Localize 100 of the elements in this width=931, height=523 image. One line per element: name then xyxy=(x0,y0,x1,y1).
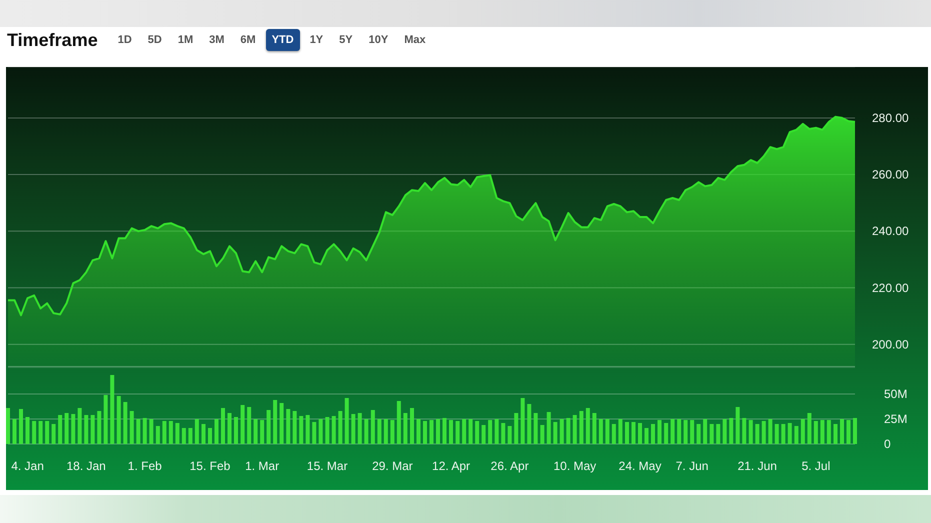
volume-bar xyxy=(136,419,140,444)
volume-bar xyxy=(546,412,551,444)
volume-bar xyxy=(677,419,682,444)
volume-bar xyxy=(260,420,264,444)
y-axis-label: 50M xyxy=(884,387,908,401)
volume-bar xyxy=(840,419,844,444)
x-axis-label: 18. Jan xyxy=(66,459,106,473)
volume-bar xyxy=(6,408,10,444)
volume-bar xyxy=(332,416,336,444)
y-axis-label: 260.00 xyxy=(872,168,909,182)
y-axis-label: 0 xyxy=(884,437,891,451)
volume-bar xyxy=(722,419,727,444)
volume-bar xyxy=(97,411,102,444)
volume-bar xyxy=(32,421,36,444)
timeframe-tab[interactable]: Max xyxy=(398,29,432,51)
timeframe-tab[interactable]: 3M xyxy=(203,29,230,51)
volume-bar xyxy=(696,424,701,444)
volume-bar xyxy=(742,418,746,444)
volume-bar xyxy=(475,421,480,444)
timeframe-tab[interactable]: 5Y xyxy=(333,29,359,51)
volume-bar xyxy=(19,409,23,444)
timeframe-tab[interactable]: 1Y xyxy=(304,29,330,51)
volume-bar xyxy=(202,424,206,444)
volume-bar xyxy=(234,417,238,444)
volume-bar xyxy=(579,411,584,444)
volume-bar xyxy=(710,424,714,444)
x-axis-label: 15. Mar xyxy=(306,459,348,473)
y-axis-label: 200.00 xyxy=(872,337,909,352)
volume-bar xyxy=(774,424,779,444)
volume-bar xyxy=(84,415,88,444)
volume-bar xyxy=(553,422,558,444)
x-axis-label: 1. Feb xyxy=(128,459,162,473)
volume-bar xyxy=(273,400,278,444)
volume-bar xyxy=(768,419,772,444)
x-axis-label: 24. May xyxy=(618,459,662,473)
x-axis-label: 12. Apr xyxy=(432,459,470,473)
volume-bar xyxy=(670,419,675,444)
volume-bar xyxy=(149,419,154,444)
volume-bar xyxy=(338,411,342,444)
volume-bar xyxy=(632,422,636,444)
volume-bar xyxy=(168,421,173,444)
timeframe-tab[interactable]: 10Y xyxy=(362,29,394,51)
x-axis-label: 1. Mar xyxy=(245,459,280,473)
volume-bar xyxy=(182,428,186,444)
volume-bar xyxy=(566,418,570,444)
timeframe-tab[interactable]: YTD xyxy=(266,29,300,51)
volume-bar xyxy=(123,402,128,444)
volume-bar xyxy=(266,410,271,444)
volume-bar xyxy=(221,408,225,444)
volume-bar xyxy=(814,421,818,444)
volume-bar xyxy=(598,419,603,444)
volume-bar xyxy=(52,424,56,444)
x-axis-label: 10. May xyxy=(554,459,596,473)
volume-bar xyxy=(834,424,838,444)
volume-bar xyxy=(325,417,330,444)
volume-bar xyxy=(468,419,473,444)
volume-bar xyxy=(807,413,812,444)
volume-bar xyxy=(358,413,362,444)
y-axis-label: 25M xyxy=(884,412,908,426)
volume-bar xyxy=(351,414,356,444)
volume-bar xyxy=(240,405,245,444)
volume-bar xyxy=(403,413,408,444)
volume-bar xyxy=(110,375,114,444)
volume-bar xyxy=(494,419,499,444)
x-axis-label: 29. Mar xyxy=(372,459,413,473)
volume-bar xyxy=(540,425,544,444)
volume-bar xyxy=(482,425,486,444)
timeframe-tab[interactable]: 1M xyxy=(172,29,200,51)
volume-bar xyxy=(130,411,134,444)
volume-bar xyxy=(228,413,232,444)
volume-bar xyxy=(12,419,16,444)
volume-bar xyxy=(286,409,290,444)
volume-bar xyxy=(364,419,368,444)
volume-bar xyxy=(658,420,662,444)
volume-bar xyxy=(560,419,564,444)
volume-bar xyxy=(514,413,518,444)
volume-bar xyxy=(572,415,577,444)
timeframe-tab[interactable]: 1D xyxy=(112,29,138,51)
volume-bar xyxy=(188,428,192,444)
volume-bar xyxy=(390,420,394,444)
volume-bar xyxy=(292,411,297,444)
volume-bar xyxy=(194,419,199,444)
volume-bar xyxy=(684,420,688,444)
timeframe-tab[interactable]: 5D xyxy=(142,29,168,51)
volume-bar xyxy=(430,420,434,444)
volume-bar xyxy=(71,414,76,444)
y-axis-label: 280.00 xyxy=(872,110,909,125)
volume-bar xyxy=(410,408,414,444)
volume-bar xyxy=(690,420,694,444)
y-axis-label: 220.00 xyxy=(872,280,909,295)
volume-bar xyxy=(396,401,401,444)
timeframe-tab[interactable]: 6M xyxy=(234,29,262,51)
volume-bar xyxy=(247,407,252,444)
volume-bar xyxy=(456,421,460,444)
volume-bar xyxy=(586,408,590,444)
volume-bar xyxy=(651,424,655,444)
volume-bar xyxy=(618,419,622,444)
x-axis-label: 21. Jun xyxy=(738,459,777,473)
volume-bar xyxy=(826,420,831,444)
y-axis-label: 240.00 xyxy=(872,224,909,238)
